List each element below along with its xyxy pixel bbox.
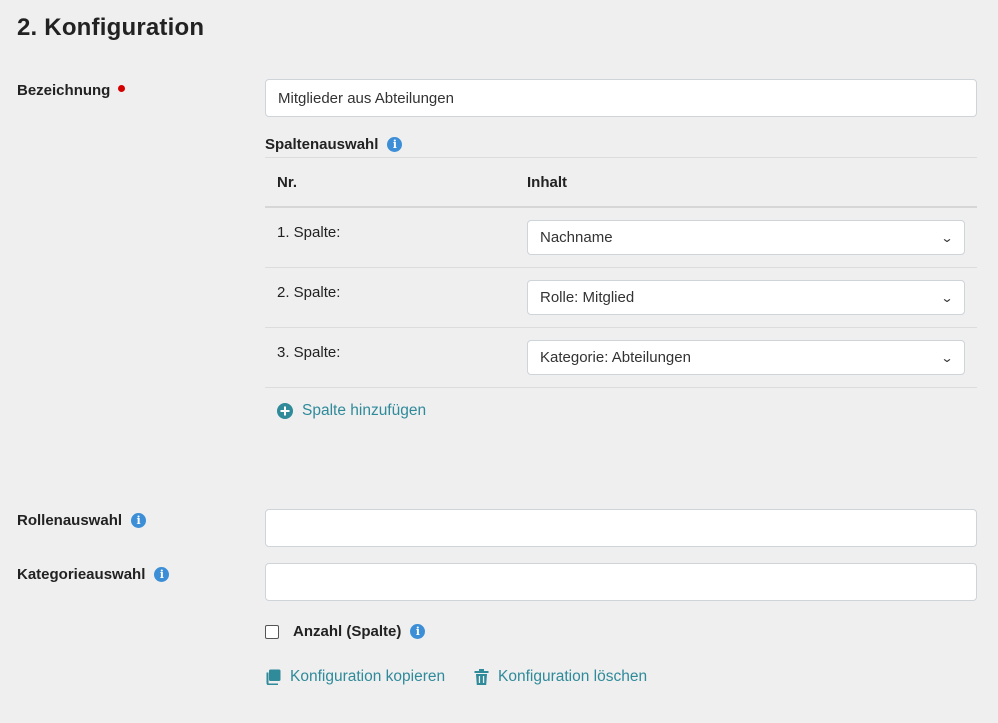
row-2-nr: 2. Spalte: [277,284,341,301]
table-divider [265,157,977,158]
column-header-nr: Nr. [277,174,298,191]
delete-config-link[interactable]: Konfiguration löschen [474,668,647,686]
info-icon[interactable]: i [410,624,426,639]
copy-icon [266,669,281,685]
row-3-select[interactable]: Kategorie: Abteilungen ⌄ [527,340,965,375]
anzahl-label: Anzahl (Spalte) [293,623,402,640]
required-indicator [118,85,126,92]
info-icon[interactable]: i [131,513,147,528]
spaltenauswahl-label-text: Spaltenauswahl [265,136,379,153]
info-icon[interactable]: i [387,137,403,152]
kategorieauswahl-label: Kategorieauswahl i [17,566,170,583]
row-2-select[interactable]: Rolle: Mitglied ⌄ [527,280,965,315]
row-2-select-value: Rolle: Mitglied [540,289,635,306]
delete-config-label: Konfiguration löschen [498,668,648,685]
row-1-nr: 1. Spalte: [277,224,341,241]
chevron-down-icon: ⌄ [940,290,954,305]
row-3-nr: 3. Spalte: [277,344,341,361]
bezeichnung-value: Mitglieder aus Abteilungen [278,89,454,107]
copy-config-label: Konfiguration kopieren [290,668,446,685]
copy-config-link[interactable]: Konfiguration kopieren [265,668,445,686]
add-column-label: Spalte hinzufügen [302,402,427,419]
chevron-down-icon: ⌄ [940,350,954,365]
chevron-down-icon: ⌄ [940,230,954,245]
spaltenauswahl-label: Spaltenauswahl i [265,136,403,153]
section-title: 2. Konfiguration [17,14,205,41]
row-divider [265,387,977,388]
rollenauswahl-input[interactable] [265,509,977,547]
rollenauswahl-label: Rollenauswahl i [17,512,147,529]
bezeichnung-label-text: Bezeichnung [17,82,111,99]
bezeichnung-input[interactable]: Mitglieder aus Abteilungen [265,79,977,117]
row-1-select[interactable]: Nachname ⌄ [527,220,965,255]
table-header-divider [265,206,977,208]
anzahl-row: Anzahl (Spalte) i [265,623,426,640]
kategorieauswahl-label-text: Kategorieauswahl [17,566,146,583]
row-divider [265,267,977,268]
info-icon[interactable]: i [154,567,170,582]
rollenauswahl-label-text: Rollenauswahl [17,512,123,529]
row-divider [265,327,977,328]
column-header-inhalt: Inhalt [527,174,567,191]
add-column-link[interactable]: Spalte hinzufügen [277,402,426,420]
bezeichnung-label: Bezeichnung [17,82,126,99]
row-1-select-value: Nachname [540,229,613,246]
kategorieauswahl-input[interactable] [265,563,977,601]
anzahl-checkbox[interactable] [265,624,279,639]
plus-circle-icon [277,403,293,419]
row-3-select-value: Kategorie: Abteilungen [540,349,691,366]
trash-icon [474,669,489,685]
